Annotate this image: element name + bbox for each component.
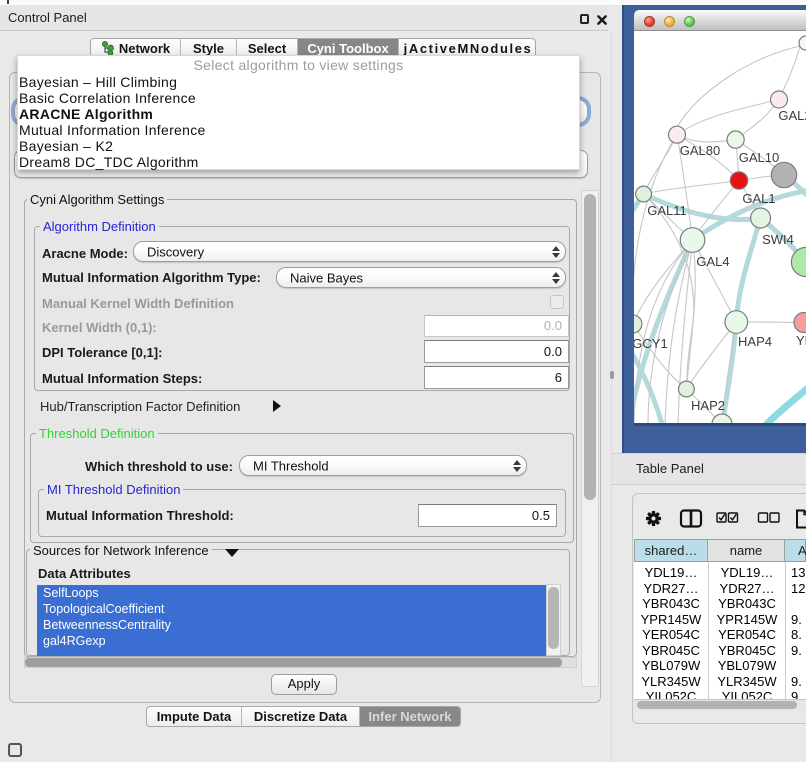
- svg-text:HAP4: HAP4: [738, 334, 772, 349]
- svg-text:GAL80: GAL80: [680, 143, 720, 158]
- svg-text:GAL11: GAL11: [647, 203, 687, 218]
- svg-text:YD: YD: [796, 333, 806, 348]
- svg-text:GCY1: GCY1: [634, 336, 668, 351]
- svg-text:GAL1: GAL1: [742, 191, 775, 206]
- svg-text:HAP2: HAP2: [691, 398, 725, 413]
- svg-text:GAL2: GAL2: [778, 108, 806, 123]
- svg-text:SWI4: SWI4: [762, 232, 794, 247]
- svg-text:GAL10: GAL10: [739, 150, 779, 165]
- svg-text:GAL4: GAL4: [696, 254, 729, 269]
